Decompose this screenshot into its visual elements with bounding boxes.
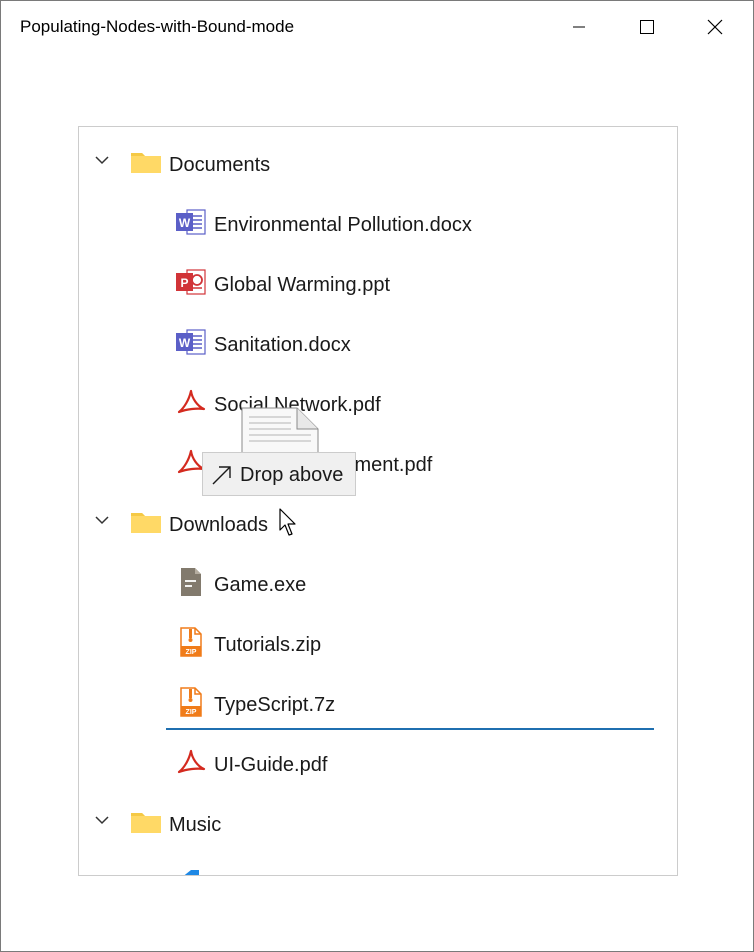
zip-icon: ZIP	[180, 687, 202, 717]
powerpoint-icon: P	[176, 269, 206, 295]
tree-node-label: Downloads	[169, 514, 268, 536]
maximize-icon	[640, 20, 654, 34]
arrow-up-right-icon	[212, 466, 231, 485]
tree-node-file[interactable]: Youth Empowerment.pdf	[79, 431, 677, 491]
drop-tooltip-text: Drop above	[240, 464, 344, 486]
word-icon: W	[176, 209, 206, 235]
tree-node-music[interactable]: Music	[79, 791, 677, 851]
tree-node-label: UI-Guide.pdf	[214, 754, 328, 776]
window-title: Populating-Nodes-with-Bound-mode	[20, 17, 295, 36]
exe-icon	[181, 568, 201, 596]
tree-node-file[interactable]	[79, 851, 677, 875]
tree-node-file[interactable]: W Sanitation.docx	[79, 311, 677, 371]
tree-node-label: Tutorials.zip	[214, 634, 322, 656]
svg-text:W: W	[179, 216, 191, 230]
tree-node-label: Music	[169, 814, 222, 836]
folder-icon	[131, 813, 161, 833]
tree-node-label: Sanitation.docx	[214, 334, 351, 356]
maximize-button[interactable]	[613, 1, 681, 53]
chevron-down-icon[interactable]	[95, 815, 109, 825]
close-button[interactable]	[681, 1, 749, 53]
drop-tooltip: Drop above	[202, 452, 356, 496]
svg-text:ZIP: ZIP	[186, 649, 197, 656]
tree-node-file[interactable]: ZIP Tutorials.zip	[79, 611, 677, 671]
tree-node-file[interactable]: Social Network.pdf	[79, 371, 677, 431]
tree-node-downloads[interactable]: Downloads	[79, 491, 677, 551]
mouse-cursor-icon	[279, 508, 296, 536]
tree-node-file[interactable]: UI-Guide.pdf	[79, 731, 677, 791]
minimize-button[interactable]	[545, 1, 613, 53]
svg-text:W: W	[179, 336, 191, 350]
close-icon	[707, 19, 723, 35]
pdf-icon	[177, 389, 206, 414]
app-window: Populating-Nodes-with-Bound-mode Documen…	[0, 0, 754, 952]
title-bar[interactable]: Populating-Nodes-with-Bound-mode	[1, 1, 753, 53]
pdf-icon	[177, 749, 206, 774]
music-file-icon	[184, 870, 199, 875]
chevron-down-icon[interactable]	[95, 515, 109, 525]
tree-node-file[interactable]: W Environmental Pollution.docx	[79, 191, 677, 251]
tree-node-label: Environmental Pollution.docx	[214, 214, 472, 236]
tree-node-label: Game.exe	[214, 574, 307, 596]
chevron-down-icon[interactable]	[95, 155, 109, 165]
tree-node-file[interactable]: Game.exe	[79, 551, 677, 611]
zip-icon: ZIP	[180, 627, 202, 657]
tree-node-file[interactable]: ZIP TypeScript.7z	[79, 671, 677, 731]
drop-indicator-line	[166, 728, 654, 730]
minimize-icon	[573, 26, 585, 28]
tree-node-file[interactable]: P Global Warming.ppt	[79, 251, 677, 311]
tree-node-label: Documents	[169, 154, 271, 176]
tree-node-label: TypeScript.7z	[214, 694, 336, 716]
word-icon: W	[176, 329, 206, 355]
folder-icon	[131, 153, 161, 173]
tree-node-documents[interactable]: Documents	[79, 131, 677, 191]
tree-node-label: Global Warming.ppt	[214, 274, 390, 296]
folder-icon	[131, 513, 161, 533]
svg-text:P: P	[180, 276, 188, 290]
svg-text:ZIP: ZIP	[186, 709, 197, 716]
tree-view[interactable]: Documents W Environmental Pollution.docx…	[78, 126, 678, 876]
